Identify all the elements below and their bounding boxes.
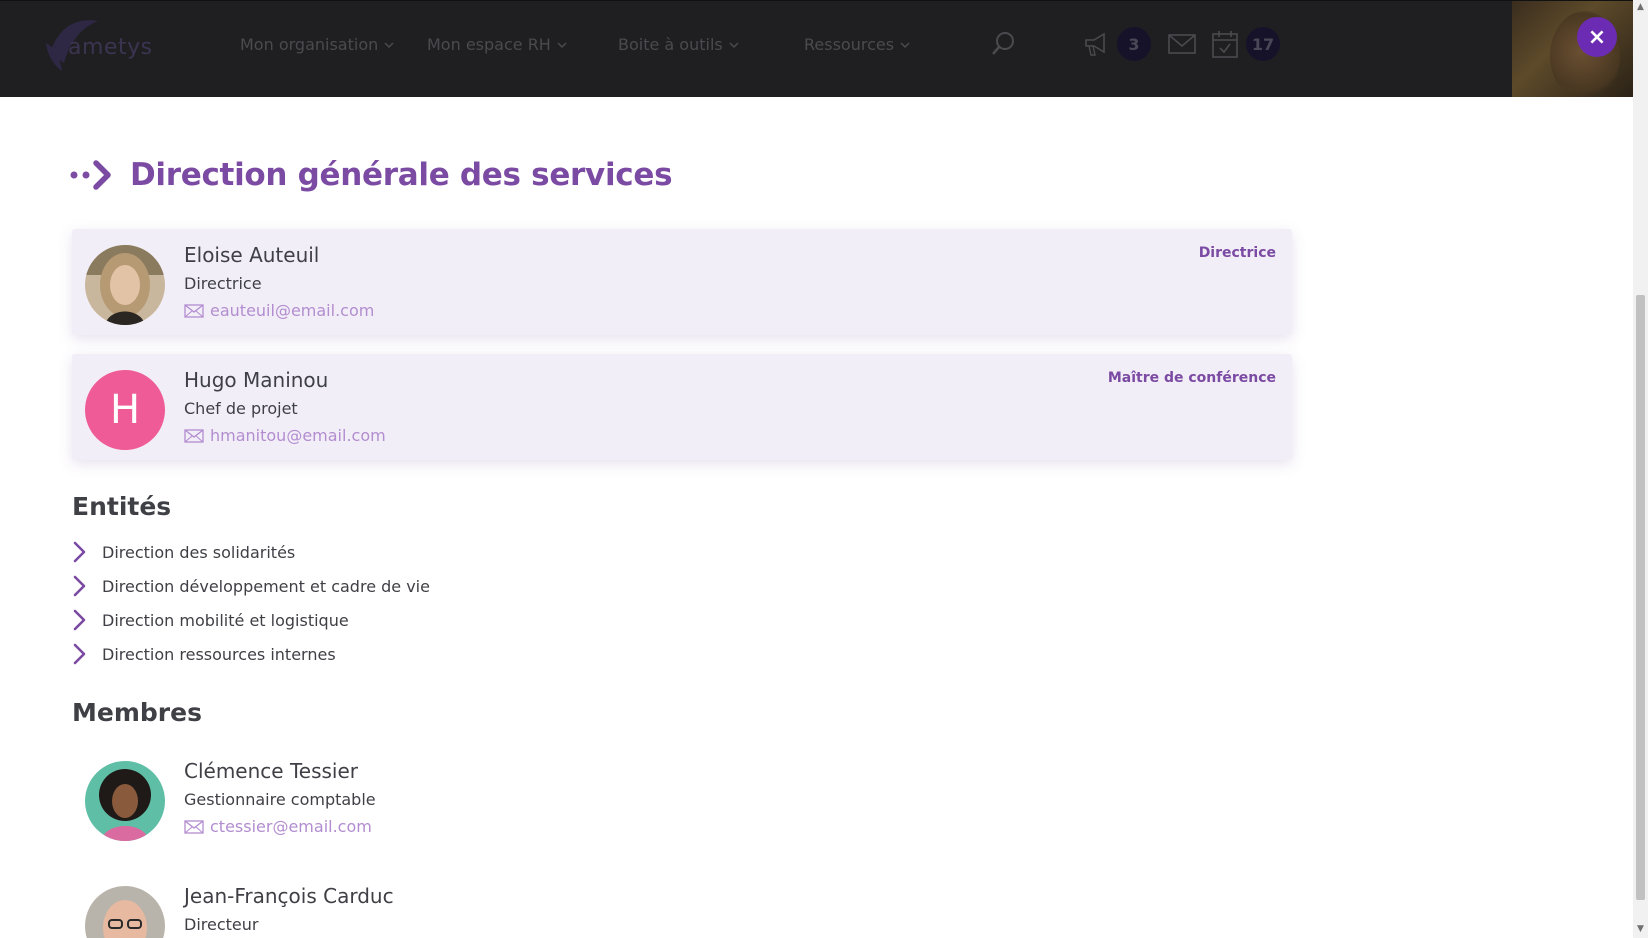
calendar-icon[interactable] (1211, 29, 1239, 59)
scroll-up-arrow-icon[interactable]: ▲ (1636, 3, 1645, 12)
email-text: ctessier@email.com (210, 817, 372, 836)
logo-text: ametys (68, 35, 153, 60)
email-link[interactable]: hmanitou@email.com (184, 426, 386, 445)
calendar-badge[interactable]: 17 (1246, 27, 1280, 61)
entity-link[interactable]: Direction mobilité et logistique (72, 609, 349, 631)
mail-icon (184, 428, 204, 443)
nav-boite-a-outils[interactable]: Boite à outils (618, 35, 739, 54)
avatar (85, 245, 165, 325)
scroll-thumb[interactable] (1636, 295, 1645, 900)
person-name: Jean-François Carduc (184, 884, 394, 908)
entity-link[interactable]: Direction des solidarités (72, 541, 295, 563)
person-name: Hugo Maninou (184, 368, 329, 392)
nav-label: Boite à outils (618, 35, 723, 54)
megaphone-icon[interactable] (1082, 29, 1112, 59)
nav-label: Mon espace RH (427, 35, 551, 54)
chevron-down-icon (557, 41, 567, 48)
person-name: Clémence Tessier (184, 759, 358, 783)
chevron-right-icon (73, 643, 86, 665)
close-button[interactable]: × (1577, 17, 1617, 57)
announcements-badge[interactable]: 3 (1117, 27, 1151, 61)
ametys-logo[interactable]: ametys (40, 13, 170, 75)
email-text: eauteuil@email.com (210, 301, 375, 320)
avatar-initial: H (85, 370, 165, 450)
nav-label: Mon organisation (240, 35, 379, 54)
person-role: Directrice (184, 274, 262, 293)
role-tag: Directrice (1198, 245, 1276, 261)
portrait-photo-jean-francois (85, 886, 165, 938)
nav-mon-espace-rh[interactable]: Mon espace RH (427, 35, 567, 54)
leader-card[interactable]: H Hugo Maninou Chef de projet hmanitou@e… (72, 354, 1292, 460)
chevron-right-icon (73, 575, 86, 597)
nav-ressources[interactable]: Ressources (804, 35, 910, 54)
search-icon[interactable] (990, 31, 1016, 57)
chevron-right-icon (73, 609, 86, 631)
nav-mon-organisation[interactable]: Mon organisation (240, 35, 394, 54)
page-heading: Direction générale des services (70, 157, 673, 193)
chevron-down-icon (900, 41, 910, 48)
user-avatar[interactable] (1512, 1, 1633, 101)
email-text: hmanitou@email.com (210, 426, 386, 445)
role-tag: Maître de conférence (1107, 370, 1276, 386)
scrollbar[interactable]: ▲ ▼ (1633, 0, 1648, 938)
mail-icon[interactable] (1167, 32, 1197, 56)
scroll-down-arrow-icon[interactable]: ▼ (1636, 925, 1645, 934)
top-navigation-bar: ametys Mon organisation Mon espace RH Bo… (0, 0, 1633, 101)
email-link[interactable]: eauteuil@email.com (184, 301, 374, 320)
chevron-right-icon (73, 541, 86, 563)
entity-link[interactable]: Direction développement et cadre de vie (72, 575, 430, 597)
member-card[interactable]: Jean-François Carduc Directeur (72, 870, 872, 938)
email-link[interactable]: ctessier@email.com (184, 817, 372, 836)
portrait-photo-clemence (85, 761, 165, 841)
entity-link[interactable]: Direction ressources internes (72, 643, 336, 665)
person-name: Eloise Auteuil (184, 243, 320, 267)
entity-label: Direction développement et cadre de vie (102, 576, 430, 596)
entities-heading: Entités (72, 492, 172, 521)
page-title: Direction générale des services (130, 157, 673, 193)
mail-icon (184, 819, 204, 834)
entity-label: Direction des solidarités (102, 542, 296, 562)
nav-label: Ressources (804, 35, 895, 54)
person-role: Chef de projet (184, 399, 298, 418)
members-heading: Membres (72, 698, 202, 727)
chevron-down-icon (384, 41, 394, 48)
mail-icon (184, 303, 204, 318)
avatar (85, 761, 165, 841)
person-role: Directeur (184, 915, 259, 934)
avatar (85, 886, 165, 938)
dotted-arrow-icon (70, 160, 111, 190)
chevron-down-icon (729, 41, 739, 48)
portrait-photo-eloise (85, 245, 165, 325)
person-role: Gestionnaire comptable (184, 790, 376, 809)
entity-label: Direction mobilité et logistique (102, 610, 349, 630)
leader-card[interactable]: Eloise Auteuil Directrice eauteuil@email… (72, 229, 1292, 335)
member-card[interactable]: Clémence Tessier Gestionnaire comptable … (72, 745, 872, 851)
entity-label: Direction ressources internes (102, 644, 336, 664)
